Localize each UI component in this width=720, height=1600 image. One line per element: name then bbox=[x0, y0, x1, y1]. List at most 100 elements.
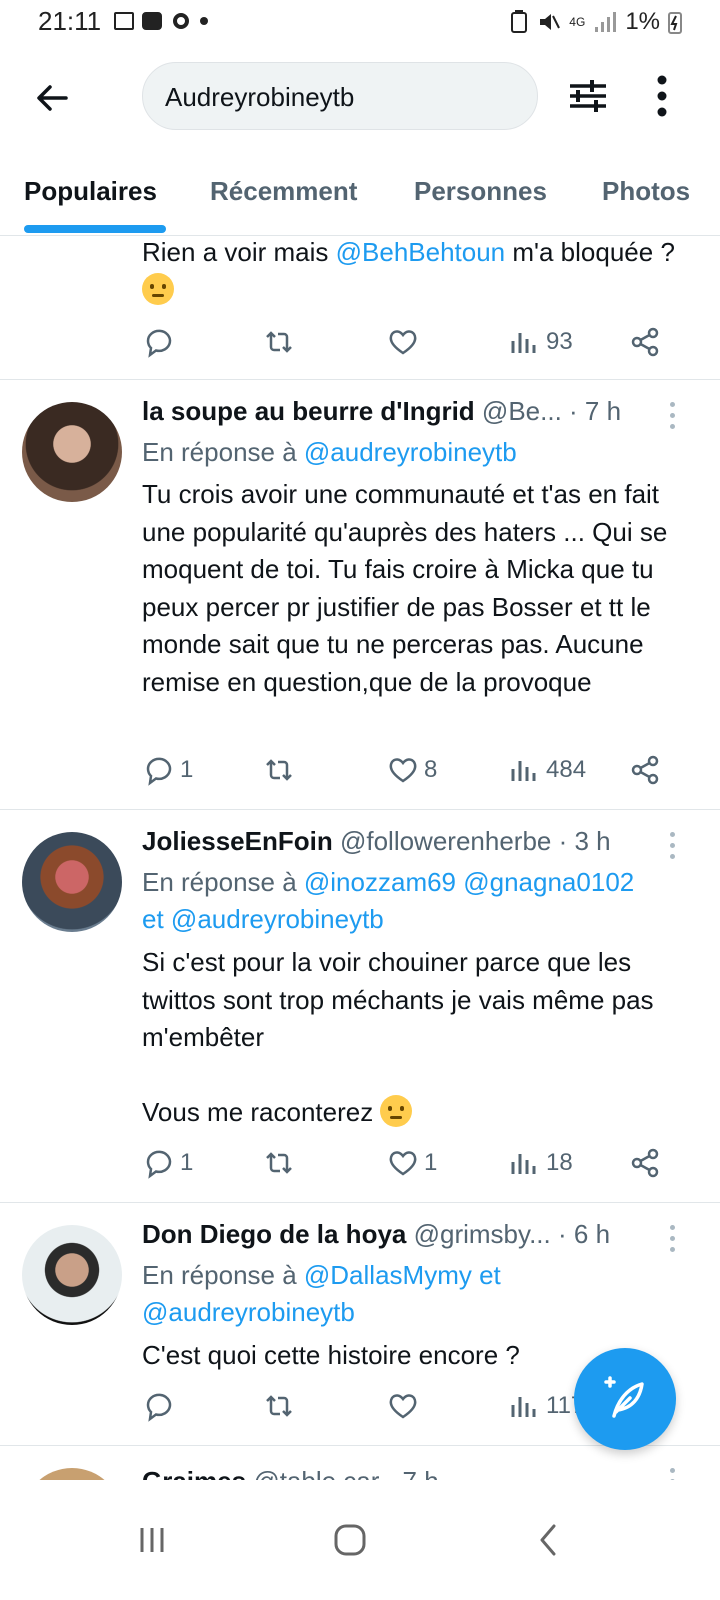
reply-count: 1 bbox=[180, 756, 194, 783]
author-name[interactable]: Don Diego de la hoya bbox=[142, 1219, 406, 1249]
battery-saver-icon bbox=[511, 10, 528, 33]
like-count: 1 bbox=[424, 1149, 438, 1176]
tweet-header: la soupe au beurre d'Ingrid @Be... · 7 h bbox=[142, 396, 621, 427]
search-input[interactable]: Audreyrobineytb bbox=[142, 62, 538, 130]
reply-joiner: et bbox=[479, 1260, 501, 1290]
more-notifications-icon bbox=[200, 17, 208, 25]
like-button[interactable]: 8 bbox=[386, 753, 437, 787]
compose-feather-icon bbox=[604, 1376, 644, 1418]
author-handle[interactable]: @grimsby... bbox=[414, 1219, 551, 1249]
author-name[interactable]: la soupe au beurre d'Ingrid bbox=[142, 396, 475, 426]
avatar[interactable] bbox=[22, 402, 122, 502]
retweet-button[interactable] bbox=[262, 325, 296, 359]
heart-icon bbox=[389, 1394, 417, 1419]
status-time: 21:11 bbox=[38, 6, 102, 36]
tweet-time: · 6 h bbox=[558, 1219, 611, 1249]
views-icon bbox=[511, 1397, 536, 1417]
reply-button[interactable]: 1 bbox=[142, 753, 193, 787]
tweet-more-icon[interactable] bbox=[670, 402, 676, 432]
tweet-actions: 93 bbox=[142, 325, 672, 365]
reply-mention[interactable]: @audreyrobineytb bbox=[171, 904, 384, 934]
reply-button[interactable]: 1 bbox=[142, 1146, 193, 1180]
author-name[interactable]: Graimes bbox=[142, 1466, 246, 1480]
search-tabs: Populaires Récemment Personnes Photos bbox=[0, 160, 720, 236]
retweet-button[interactable] bbox=[262, 1146, 296, 1180]
like-button[interactable]: 1 bbox=[386, 1146, 437, 1180]
back-arrow-icon[interactable] bbox=[30, 76, 74, 120]
retweet-button[interactable] bbox=[262, 1389, 296, 1423]
share-button[interactable] bbox=[628, 1146, 662, 1180]
author-name[interactable]: JoliesseEnFoin bbox=[142, 826, 333, 856]
tweet-header: Don Diego de la hoya @grimsby... · 6 h bbox=[142, 1219, 610, 1250]
tab-recemment[interactable]: Récemment bbox=[210, 176, 357, 207]
views-button[interactable]: 484 bbox=[508, 753, 586, 787]
tweet-time: · 3 h bbox=[558, 826, 611, 856]
avatar[interactable] bbox=[22, 832, 122, 932]
retweet-icon bbox=[266, 331, 292, 353]
tab-personnes[interactable]: Personnes bbox=[414, 176, 547, 207]
like-button[interactable] bbox=[386, 325, 420, 359]
system-back-icon[interactable] bbox=[518, 1510, 578, 1570]
recent-apps-icon[interactable] bbox=[122, 1510, 182, 1570]
reply-mention[interactable]: @audreyrobineytb bbox=[142, 1297, 355, 1327]
tweet-text-part: m'a bloquée ? bbox=[505, 237, 675, 267]
reply-mention[interactable]: @DallasMymy bbox=[304, 1260, 472, 1290]
reply-button[interactable] bbox=[142, 325, 176, 359]
tweet[interactable]: la soupe au beurre d'Ingrid @Be... · 7 h… bbox=[0, 380, 720, 810]
views-count: 484 bbox=[546, 756, 587, 783]
puzzle-icon bbox=[142, 12, 162, 30]
mute-icon bbox=[540, 14, 561, 30]
like-button[interactable] bbox=[386, 1389, 420, 1423]
tab-photos[interactable]: Photos bbox=[602, 176, 690, 207]
reply-icon bbox=[146, 329, 172, 358]
compose-tweet-button[interactable] bbox=[574, 1348, 676, 1450]
search-query: Audreyrobineytb bbox=[165, 82, 355, 112]
reply-mention[interactable]: @inozzam69 @gnagna0102 bbox=[304, 867, 634, 897]
share-button[interactable] bbox=[628, 753, 662, 787]
views-icon bbox=[511, 761, 536, 781]
tweet-actions: 1 1 18 bbox=[142, 1146, 672, 1186]
filter-icon[interactable] bbox=[566, 74, 610, 118]
heart-icon bbox=[389, 1151, 417, 1176]
tweet[interactable]: Rien a voir mais @BehBehtoun m'a bloquée… bbox=[0, 237, 720, 380]
tweet-actions: 1 8 484 bbox=[142, 753, 672, 793]
views-button[interactable]: 18 bbox=[508, 1146, 573, 1180]
network-type: 4G bbox=[569, 15, 586, 29]
like-count: 8 bbox=[424, 756, 438, 783]
views-icon bbox=[511, 333, 536, 353]
avatar[interactable] bbox=[22, 1225, 122, 1325]
status-bar: 21:11 4G 1% bbox=[0, 0, 720, 44]
author-handle[interactable]: @table.car bbox=[253, 1466, 379, 1480]
reply-count: 1 bbox=[180, 1149, 194, 1176]
relieved-face-emoji-icon bbox=[380, 1094, 413, 1127]
system-navigation-bar bbox=[0, 1480, 720, 1600]
share-icon bbox=[631, 1148, 659, 1178]
settings-icon bbox=[173, 13, 189, 29]
tweet[interactable]: JoliesseEnFoin @followerenherbe · 3 h En… bbox=[0, 810, 720, 1203]
reply-icon bbox=[146, 1150, 172, 1179]
share-button[interactable] bbox=[628, 325, 662, 359]
reply-button[interactable] bbox=[142, 1389, 176, 1423]
mention-link[interactable]: @BehBehtoun bbox=[336, 237, 506, 267]
author-handle[interactable]: @Be... bbox=[482, 396, 562, 426]
author-handle[interactable]: @followerenherbe bbox=[340, 826, 551, 856]
notification-icons bbox=[114, 10, 208, 32]
tweet-time: · 7 h bbox=[569, 396, 622, 426]
retweet-button[interactable] bbox=[262, 753, 296, 787]
tab-populaires[interactable]: Populaires bbox=[24, 176, 157, 207]
views-button[interactable]: 117 bbox=[508, 1389, 584, 1423]
avatar[interactable] bbox=[22, 1468, 122, 1480]
retweet-icon bbox=[266, 1152, 292, 1174]
reply-mention[interactable]: @audreyrobineytb bbox=[304, 437, 517, 467]
tweet[interactable]: Graimes @table.car · 7 h bbox=[0, 1446, 720, 1480]
search-top-bar: Audreyrobineytb bbox=[0, 48, 720, 148]
tweet-more-icon[interactable] bbox=[670, 832, 676, 862]
home-icon[interactable] bbox=[320, 1510, 380, 1570]
more-options-icon[interactable] bbox=[650, 72, 674, 120]
tweet-more-icon[interactable] bbox=[670, 1225, 676, 1255]
reply-prefix: En réponse à bbox=[142, 1260, 304, 1290]
heart-icon bbox=[389, 758, 417, 783]
tweet-more-icon[interactable] bbox=[670, 1468, 676, 1480]
battery-level: 1% bbox=[625, 8, 660, 35]
views-button[interactable]: 93 bbox=[508, 325, 573, 359]
